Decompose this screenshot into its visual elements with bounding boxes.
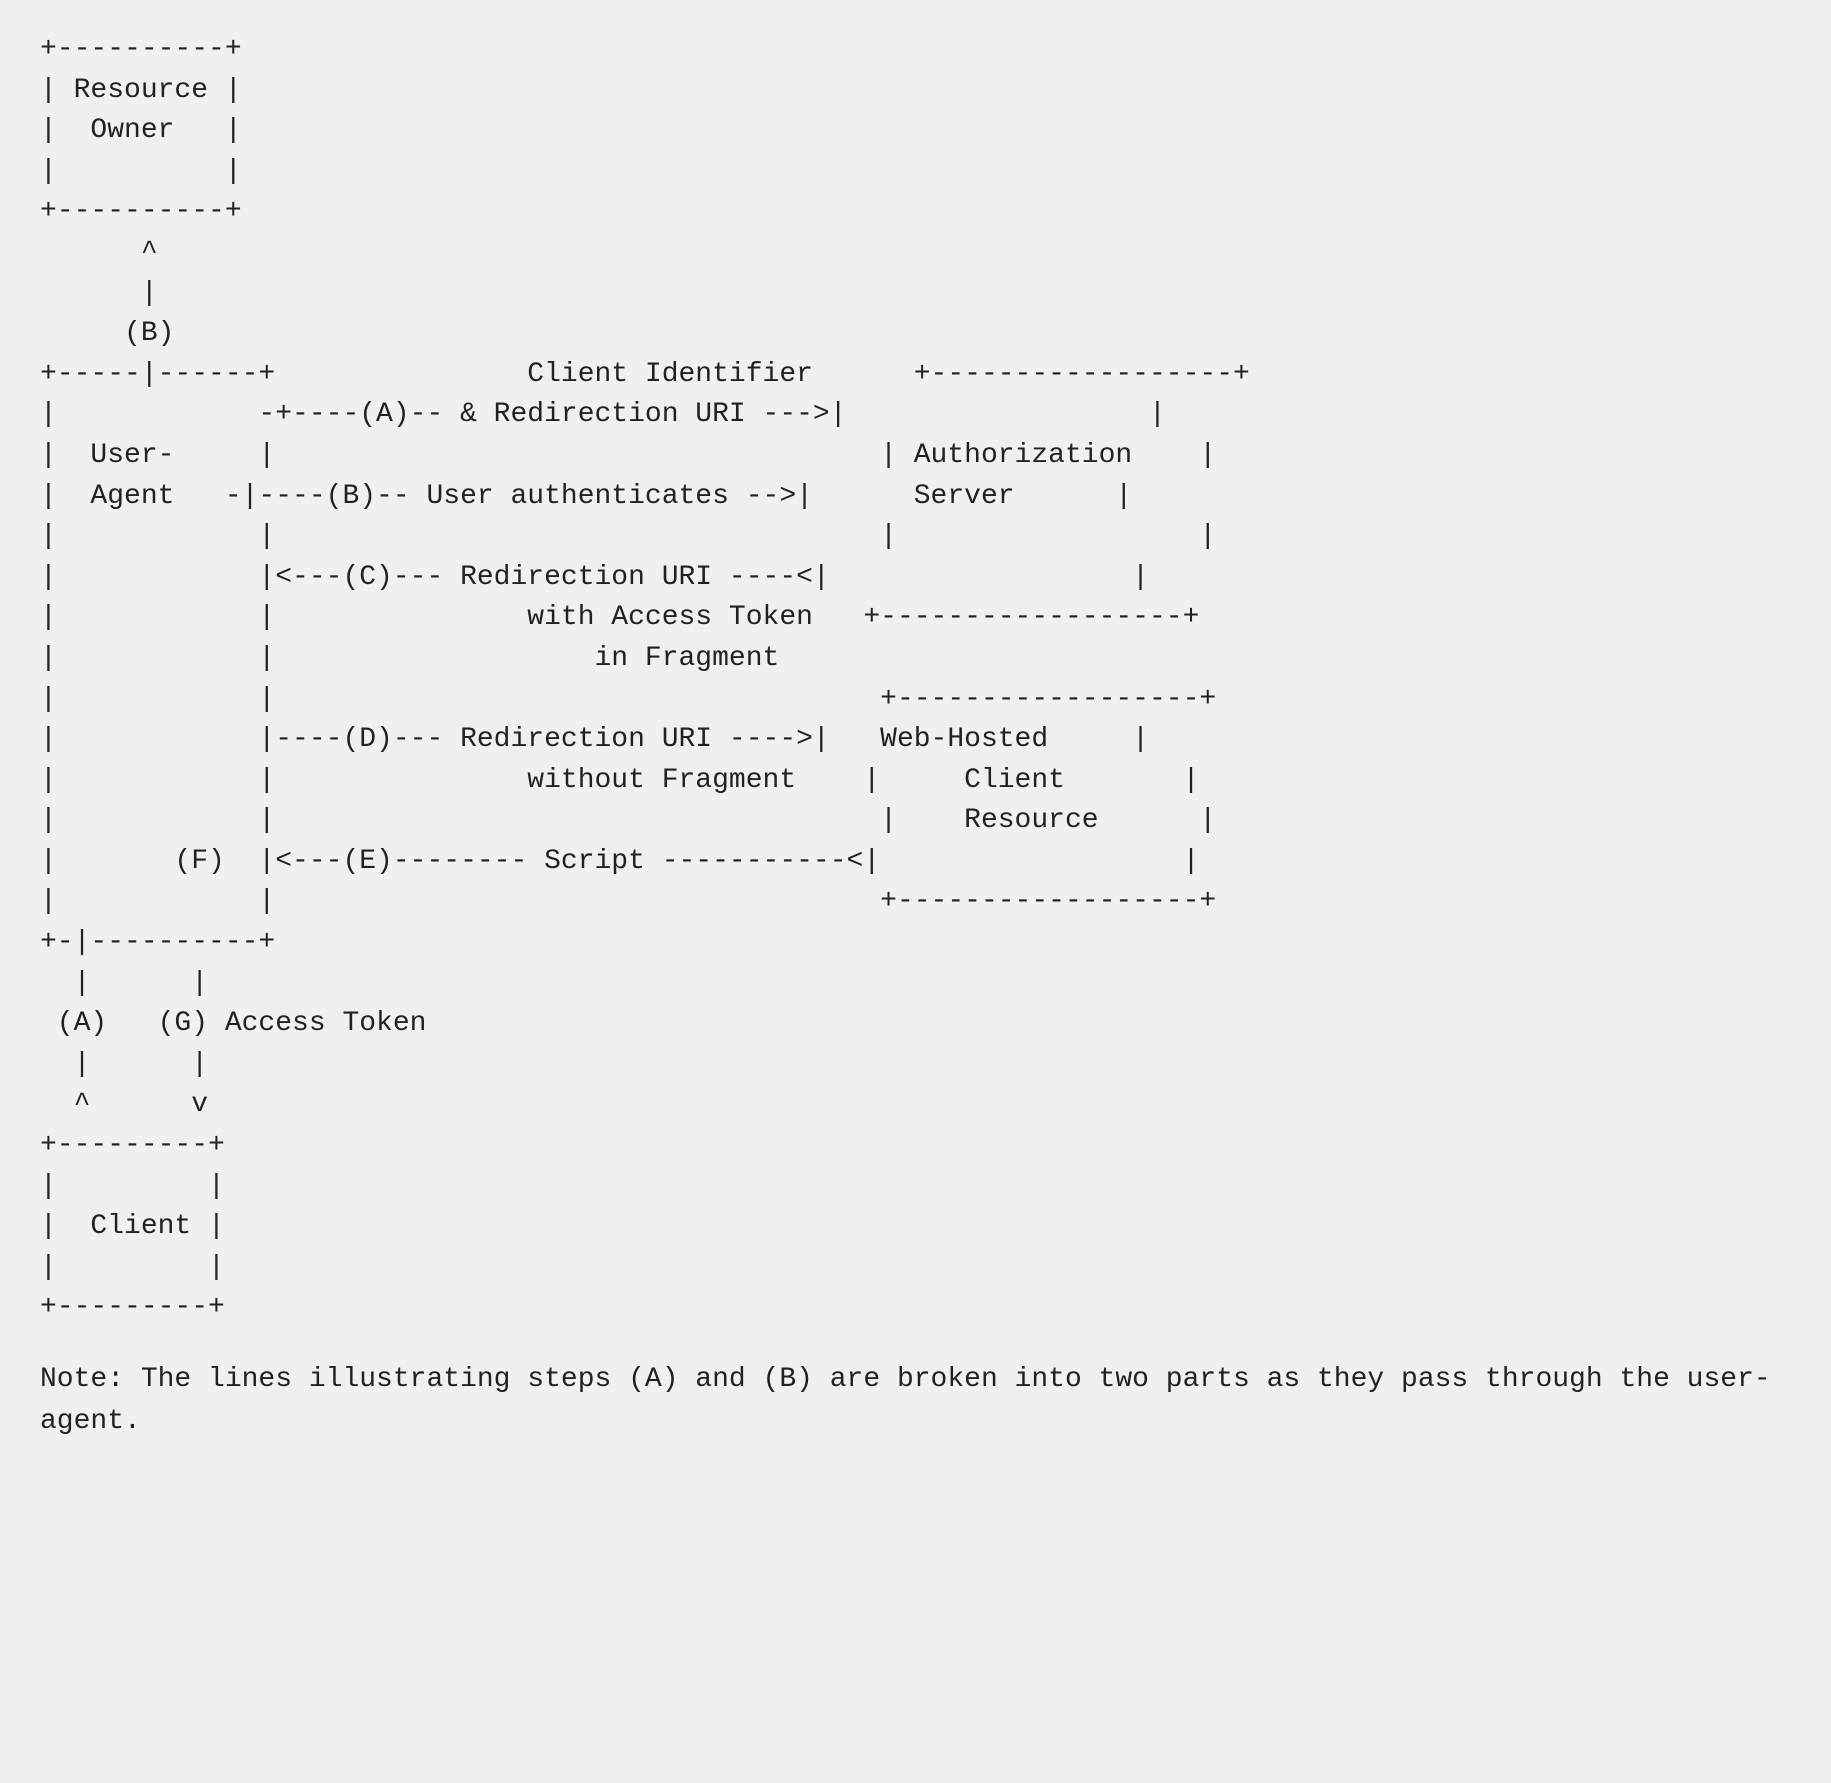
diagram-line-28: +---------+ bbox=[40, 1130, 225, 1161]
diagram-line-15: | | with Access Token +-----------------… bbox=[40, 602, 1199, 633]
diagram-line-5: +----------+ bbox=[40, 196, 242, 227]
diagram-line-18: | |----(D)--- Redirection URI ---->| Web… bbox=[40, 724, 1149, 755]
diagram-line-14: | |<---(C)--- Redirection URI ----<| | bbox=[40, 562, 1149, 593]
diagram-line-24: | | bbox=[40, 968, 208, 999]
diagram-line-22: | | +------------------+ bbox=[40, 886, 1216, 917]
diagram-line-4: | | bbox=[40, 156, 242, 187]
diagram-line-6: ^ bbox=[40, 237, 158, 268]
diagram-line-16: | | in Fragment bbox=[40, 643, 779, 674]
diagram-line-23: +-|----------+ bbox=[40, 927, 275, 958]
diagram-line-21: | (F) |<---(E)-------- Script ----------… bbox=[40, 846, 1199, 877]
diagram-line-13: | | | | bbox=[40, 521, 1216, 552]
diagram-line-30: | Client | bbox=[40, 1211, 225, 1242]
diagram-line-29: | | bbox=[40, 1171, 225, 1202]
diagram-line-1: +----------+ bbox=[40, 34, 242, 65]
diagram-line-19: | | without Fragment | Client | bbox=[40, 765, 1199, 796]
diagram-line-12: | Agent -|----(B)-- User authenticates -… bbox=[40, 481, 1132, 512]
note-text: Note: The lines illustrating steps (A) a… bbox=[40, 1359, 1791, 1443]
diagram-line-8: (B) bbox=[40, 318, 174, 349]
diagram: +----------+ | Resource | | Owner | | | … bbox=[40, 30, 1791, 1329]
diagram-line-32: +---------+ bbox=[40, 1292, 225, 1323]
diagram-line-2: | Resource | bbox=[40, 75, 242, 106]
diagram-line-17: | | +------------------+ bbox=[40, 684, 1216, 715]
diagram-line-31: | | bbox=[40, 1252, 225, 1283]
diagram-line-11: | User- | | Authorization | bbox=[40, 440, 1216, 471]
diagram-line-10: | -+----(A)-- & Redirection URI --->| | bbox=[40, 399, 1166, 430]
diagram-line-26: | | bbox=[40, 1049, 208, 1080]
diagram-line-3: | Owner | bbox=[40, 115, 242, 146]
diagram-line-25: (A) (G) Access Token bbox=[40, 1008, 426, 1039]
diagram-line-7: | bbox=[40, 278, 158, 309]
diagram-line-20: | | | Resource | bbox=[40, 805, 1216, 836]
diagram-line-9: +-----|------+ Client Identifier +------… bbox=[40, 359, 1250, 390]
diagram-line-27: ^ v bbox=[40, 1089, 208, 1120]
